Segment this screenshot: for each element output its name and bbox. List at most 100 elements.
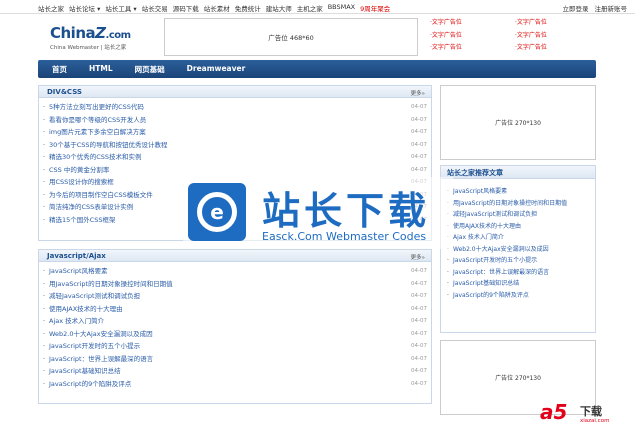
list-item[interactable]: 使用AJAX技术的十大理由 04-07 (39, 303, 431, 316)
article-date: 04-07 (411, 166, 427, 173)
article-date: 04-07 (411, 318, 427, 324)
main-nav: 首页 HTML 网页基础 Dreamweaver (38, 60, 596, 78)
list-item[interactable]: img图片元素下多余空白解决方案 04-07 (39, 126, 431, 139)
article-date: 04-07 (411, 141, 427, 148)
banner-ad-468[interactable]: 广告位 468*60 (164, 18, 418, 56)
watermark-title: 站长下载 (262, 189, 431, 233)
list-item[interactable]: Ajax 技术入门简介 04-07 (39, 315, 431, 328)
article-link[interactable]: img图片元素下多余空白解决方案 (49, 128, 146, 136)
article-link[interactable]: 精选15个国外CSS框架 (49, 216, 116, 224)
text-ad[interactable]: ·文字广告位 (513, 43, 598, 56)
logo-wordmark: ChinaZ.com (50, 24, 131, 42)
recommend-panel: 站长之家推荐文章 JavaScript风格要素用JavaScript的日期对象操… (440, 165, 596, 333)
article-date: 04-07 (411, 355, 427, 362)
text-ad[interactable]: ·文字广告位 (428, 43, 513, 56)
site-logo[interactable]: ChinaZ.com China Webmaster | 站长之家 (50, 24, 135, 51)
recommend-item[interactable]: 减轻JavaScript测试和调试负担 (441, 209, 595, 221)
recommend-item[interactable]: JavaScript的9个陷阱及评点 (441, 290, 595, 302)
panel-title: Javascript/Ajax (47, 252, 106, 260)
top-nav-item[interactable]: 主机之家 (297, 3, 323, 13)
article-date: 04-07 (411, 380, 427, 387)
top-nav-item[interactable]: BBSMAX (328, 3, 355, 13)
login-link[interactable]: 立即登录 (563, 3, 589, 13)
article-link[interactable]: 减轻JavaScript测试和调试负担 (49, 292, 140, 300)
article-link[interactable]: JavaScript开发时的五个小提示 (49, 342, 140, 350)
recommend-item[interactable]: Web2.0十大Ajax安全漏洞以及成因 (441, 244, 595, 256)
top-nav-item[interactable]: 站长工具 ▾ (105, 3, 136, 13)
nav-dreamweaver[interactable]: Dreamweaver (187, 64, 246, 75)
list-item[interactable]: 减轻JavaScript测试和调试负担 04-07 (39, 290, 431, 303)
e-circle-icon: e (188, 183, 246, 241)
list-item[interactable]: JavaScript开发时的五个小提示 04-07 (39, 340, 431, 353)
article-link[interactable]: 为今后的项目制作空白CSS模板文件 (49, 191, 153, 199)
article-link[interactable]: JavaScript：世界上误解最深的语言 (49, 355, 153, 363)
list-item[interactable]: JavaScript的9个陷阱及评点 04-07 (39, 378, 431, 391)
panel-title: DIV&CSS (47, 88, 82, 96)
article-date: 04-07 (411, 116, 427, 123)
text-ad[interactable]: ·文字广告位 (513, 18, 598, 31)
nav-web-basics[interactable]: 网页基础 (135, 64, 165, 75)
article-link[interactable]: Web2.0十大Ajax安全漏洞以及成因 (49, 330, 153, 338)
list-item[interactable]: 看看你是哪个等级的CSS开发人员 04-07 (39, 114, 431, 127)
list-item[interactable]: 用JavaScript的日期对象操控时间和日期值 04-07 (39, 278, 431, 291)
watermark-subtitle: Easck.Com Webmaster Codes (262, 230, 427, 243)
side-ad-270[interactable]: 广告位 270*130 (440, 85, 596, 160)
article-link[interactable]: 精选30个优秀的CSS技术和实例 (49, 153, 142, 161)
panel-header: DIV&CSS 更多» (39, 86, 431, 98)
recommend-item[interactable]: JavaScript：世界上误解最深的语言 (441, 267, 595, 279)
recommend-item[interactable]: Ajax 技术入门简介 (441, 232, 595, 244)
article-date: 04-07 (411, 268, 427, 274)
article-link[interactable]: 使用AJAX技术的十大理由 (49, 305, 123, 313)
article-date: 04-07 (411, 154, 427, 160)
list-item[interactable]: 30个基于CSS的导航和按钮优秀设计教程 04-07 (39, 139, 431, 152)
recommend-item[interactable]: JavaScript开发时的五个小提示 (441, 255, 595, 267)
article-date: 04-07 (411, 129, 427, 135)
article-link[interactable]: JavaScript基础知识总结 (49, 367, 121, 375)
text-ad[interactable]: ·文字广告位 (428, 18, 513, 31)
article-date: 04-07 (411, 343, 427, 349)
list-item[interactable]: CSS 中的黄金分割率 04-07 (39, 164, 431, 177)
article-date: 04-07 (411, 368, 427, 374)
article-link[interactable]: 用CSS设计你的搜索框 (49, 178, 114, 186)
article-date: 04-07 (411, 330, 427, 337)
list-item[interactable]: JavaScript风格要素 04-07 (39, 265, 431, 278)
article-date: 04-07 (411, 280, 427, 287)
top-nav-item[interactable]: 站长交易 (142, 3, 168, 13)
panel-javascript-ajax: Javascript/Ajax 更多» JavaScript风格要素04-07用… (38, 249, 432, 404)
list-item[interactable]: 5种方法立刻写出更好的CSS代码 04-07 (39, 101, 431, 114)
top-nav-item[interactable]: 免费统计 (235, 3, 261, 13)
article-date: 04-07 (411, 305, 427, 312)
list-item[interactable]: Web2.0十大Ajax安全漏洞以及成因 04-07 (39, 328, 431, 341)
recommend-item[interactable]: JavaScript风格要素 (441, 186, 595, 198)
text-ad[interactable]: ·文字广告位 (513, 31, 598, 44)
top-nav-item[interactable]: 站长论坛 ▾ (69, 3, 100, 13)
top-bar: 站长之家 站长论坛 ▾ 站长工具 ▾ 站长交易 源码下载 站长素材 免费统计 建… (0, 0, 635, 14)
top-nav-item[interactable]: 站长素材 (204, 3, 230, 13)
top-nav-item[interactable]: 源码下载 (173, 3, 199, 13)
more-link[interactable]: 更多» (411, 253, 425, 261)
nav-home[interactable]: 首页 (52, 64, 67, 75)
article-link[interactable]: 30个基于CSS的导航和按钮优秀设计教程 (49, 141, 168, 149)
article-link[interactable]: 5种方法立刻写出更好的CSS代码 (49, 103, 144, 111)
list-item[interactable]: JavaScript基础知识总结 04-07 (39, 365, 431, 378)
recommend-item[interactable]: JavaScript基础知识总结 (441, 278, 595, 290)
top-nav-item[interactable]: 站长之家 (38, 3, 64, 13)
article-link[interactable]: 简洁纯净的CSS表单设计实例 (49, 203, 133, 211)
promo-link[interactable]: 9周年聚会 (360, 3, 390, 13)
article-link[interactable]: 用JavaScript的日期对象操控时间和日期值 (49, 280, 173, 288)
recommend-item[interactable]: 用JavaScript的日期对象操控时间和日期值 (441, 198, 595, 210)
article-link[interactable]: JavaScript的9个陷阱及评点 (49, 380, 131, 388)
list-item[interactable]: 精选30个优秀的CSS技术和实例 04-07 (39, 151, 431, 164)
more-link[interactable]: 更多» (411, 89, 425, 97)
nav-html[interactable]: HTML (89, 64, 113, 75)
top-nav-item[interactable]: 建站大师 (266, 3, 292, 13)
article-link[interactable]: JavaScript风格要素 (49, 267, 108, 275)
recommend-item[interactable]: 使用AJAX技术的十大理由 (441, 221, 595, 233)
article-link[interactable]: 看看你是哪个等级的CSS开发人员 (49, 116, 146, 124)
article-link[interactable]: Ajax 技术入门简介 (49, 317, 104, 325)
text-ad[interactable]: ·文字广告位 (428, 31, 513, 44)
register-link[interactable]: 注册新账号 (595, 3, 628, 13)
list-item[interactable]: JavaScript：世界上误解最深的语言 04-07 (39, 353, 431, 366)
article-link[interactable]: CSS 中的黄金分割率 (49, 166, 109, 174)
panel-header: Javascript/Ajax 更多» (39, 250, 431, 262)
